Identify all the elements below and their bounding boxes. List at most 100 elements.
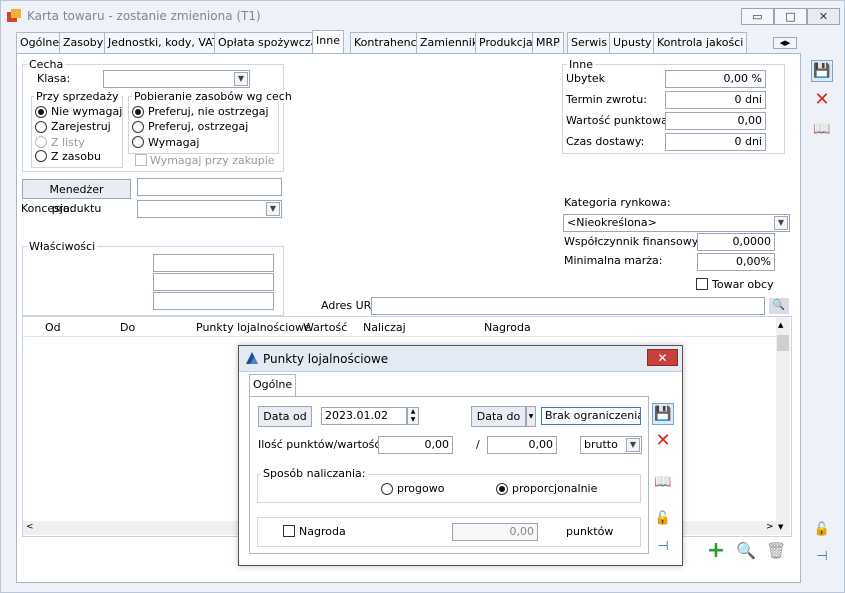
brutto-combo[interactable]: brutto ▼ xyxy=(580,436,642,454)
klasa-combo[interactable]: ▼ xyxy=(103,70,250,88)
z-listy-label: Z listy xyxy=(51,136,85,149)
tab-kontrahenci[interactable]: Kontrahenci xyxy=(350,32,424,53)
scroll-right-icon[interactable]: > xyxy=(766,522,774,532)
save-icon[interactable]: 💾 xyxy=(652,403,674,425)
chevron-down-icon: ▼ xyxy=(266,202,280,216)
nagroda-value: 0,00 xyxy=(509,525,535,538)
close-icon: ✕ xyxy=(818,10,829,23)
radio-preferuj-nie-ostrzegaj[interactable] xyxy=(132,106,144,118)
table-scrollbar-v[interactable]: ▲ ▼ xyxy=(776,317,790,535)
chevron-down-icon[interactable]: ▼ xyxy=(526,406,536,427)
proporcjonalnie-label: proporcjonalnie xyxy=(512,482,598,495)
search-icon[interactable]: 🔍 xyxy=(769,298,789,314)
wspolczynnik-value: 0,0000 xyxy=(732,235,772,248)
col-od[interactable]: Od xyxy=(45,321,61,334)
data-do-button[interactable]: Data do xyxy=(471,406,526,427)
pin-icon[interactable]: ⊣ xyxy=(811,546,833,568)
col-naliczaj[interactable]: Naliczaj xyxy=(363,321,406,334)
termin-input[interactable]: 0 dni▲▼ xyxy=(665,91,766,109)
tab-zasoby[interactable]: Zasoby xyxy=(59,32,108,53)
wspolczynnik-input[interactable]: 0,0000▲▼ xyxy=(697,233,775,251)
close-button[interactable]: ✕ xyxy=(807,8,840,25)
maximize-icon: □ xyxy=(785,10,796,23)
radio-nie-wymagaj[interactable] xyxy=(35,106,47,118)
minimize-icon: ▭ xyxy=(752,10,763,23)
book-icon[interactable]: 📖 xyxy=(652,471,674,493)
menedzer-input[interactable] xyxy=(137,178,282,196)
tab-upusty[interactable]: Upusty xyxy=(609,32,656,53)
koncesja-combo[interactable]: ▼ xyxy=(137,200,282,218)
punktow-label: punktów xyxy=(566,525,614,538)
radio-zarejestruj[interactable] xyxy=(35,121,47,133)
adres-url-input[interactable] xyxy=(371,297,765,315)
kategoria-combo[interactable]: <Nieokreślona> ▼ xyxy=(563,214,790,232)
tab-jednostki[interactable]: Jednostki, kody, VAT xyxy=(104,32,223,53)
brutto-value: brutto xyxy=(584,438,618,451)
tab-produkcja[interactable]: Produkcja xyxy=(475,32,537,53)
radio-proporcjonalnie[interactable] xyxy=(496,483,508,495)
ilosc-input-2[interactable]: 0,00▲▼ xyxy=(487,436,557,454)
scroll-up-icon[interactable]: ▲ xyxy=(778,321,783,329)
wlasciwosc-input-2[interactable] xyxy=(153,273,274,291)
col-nagroda[interactable]: Nagroda xyxy=(484,321,531,334)
zarejestruj-label: Zarejestruj xyxy=(51,120,111,133)
marza-input[interactable]: 0,00%▲▼ xyxy=(697,253,775,271)
radio-z-zasobu[interactable] xyxy=(35,150,47,162)
data-od-button[interactable]: Data od xyxy=(258,406,312,427)
window-title: Karta towaru - zostanie zmieniona (T1) xyxy=(27,9,261,23)
tab-scroll-buttons[interactable]: ◀▶ xyxy=(773,37,797,49)
dialog-close-button[interactable]: ✕ xyxy=(647,349,678,366)
delete-icon[interactable]: 🗑 xyxy=(765,540,787,562)
ubytek-input[interactable]: 0,00 %▲▼ xyxy=(665,70,766,88)
nagroda-checkbox[interactable] xyxy=(283,525,295,537)
scroll-down-icon[interactable]: ▼ xyxy=(778,523,783,531)
tab-ogolne[interactable]: Ogólne xyxy=(16,32,64,53)
tab-kontrola[interactable]: Kontrola jakości xyxy=(653,32,748,53)
tab-mrp[interactable]: MRP xyxy=(532,32,564,53)
radio-wymagaj[interactable] xyxy=(132,136,144,148)
pin-icon[interactable]: ⊣ xyxy=(652,536,674,558)
ubytek-label: Ubytek xyxy=(566,72,605,85)
add-icon[interactable]: + xyxy=(705,540,727,562)
save-icon[interactable]: 💾 xyxy=(811,60,833,82)
data-od-input[interactable]: 2023.01.02 xyxy=(321,407,407,425)
data-do-input[interactable]: Brak ograniczenia xyxy=(541,407,641,425)
minimize-button[interactable]: ▭ xyxy=(741,8,774,25)
marza-label: Minimalna marża: xyxy=(564,254,663,267)
radio-progowo[interactable] xyxy=(381,483,393,495)
scroll-left-icon[interactable]: < xyxy=(26,522,34,532)
ilosc-input-1[interactable]: 0,00▲▼ xyxy=(378,436,453,454)
radio-preferuj-ostrzegaj[interactable] xyxy=(132,121,144,133)
czas-dostawy-input[interactable]: 0 dni▲▼ xyxy=(665,133,766,151)
ilosc-value-2: 0,00 xyxy=(528,438,554,451)
tab-serwis[interactable]: Serwis xyxy=(567,32,612,53)
kategoria-label: Kategoria rynkowa: xyxy=(564,196,671,209)
wartosc-punktowa-input[interactable]: 0,00▲▼ xyxy=(665,112,766,130)
preferuj-nie-ostrzegaj-label: Preferuj, nie ostrzegaj xyxy=(148,105,269,118)
maximize-button[interactable]: □ xyxy=(774,8,807,25)
wlasciwosc-input-3[interactable] xyxy=(153,292,274,310)
pobieranie-label: Pobieranie zasobów wg cech xyxy=(132,90,294,103)
lock-icon[interactable]: 🔓 xyxy=(652,508,674,530)
wlasciwosci-label: Właściwości xyxy=(27,240,98,253)
lock-icon[interactable]: 🔓 xyxy=(811,519,833,541)
spin-icon[interactable]: ▲ ▼ xyxy=(407,407,419,425)
close-icon[interactable]: ✕ xyxy=(652,430,674,452)
tab-inne[interactable]: Inne xyxy=(312,30,344,54)
menedzer-produktu-button[interactable]: Menedżer produktu xyxy=(22,179,131,215)
col-wartosc[interactable]: Wartość xyxy=(303,321,347,334)
towar-obcy-checkbox[interactable] xyxy=(696,278,708,290)
data-od-value: 2023.01.02 xyxy=(325,409,388,422)
tab-oplata[interactable]: Opłata spożywcza xyxy=(214,32,322,53)
col-punkty[interactable]: Punkty lojalnościowe xyxy=(196,321,311,334)
scroll-thumb[interactable] xyxy=(777,335,789,351)
klasa-label: Klasa: xyxy=(37,72,71,85)
col-do[interactable]: Do xyxy=(120,321,135,334)
wlasciwosc-input-1[interactable] xyxy=(153,254,274,272)
close-icon[interactable]: ✕ xyxy=(811,89,833,111)
search-icon[interactable]: 🔍 xyxy=(735,540,757,562)
book-icon[interactable]: 📖 xyxy=(811,118,833,140)
towar-obcy-label: Towar obcy xyxy=(712,278,774,291)
dialog-tab-ogolne[interactable]: Ogólne xyxy=(249,374,297,396)
wspolczynnik-label: Współczynnik finansowy: xyxy=(564,235,702,248)
